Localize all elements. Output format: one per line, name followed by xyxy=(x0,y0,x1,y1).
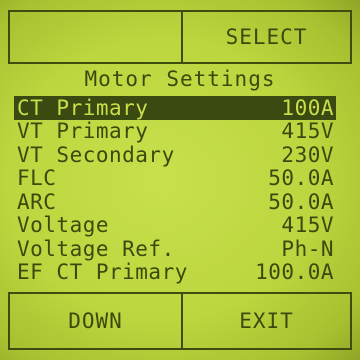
setting-row-ct-primary[interactable]: CT Primary 100A xyxy=(14,96,336,120)
softkey-top-left[interactable] xyxy=(10,12,181,62)
setting-value: 230V xyxy=(281,142,334,167)
top-softkey-bar: SELECT xyxy=(8,10,352,64)
exit-button[interactable]: EXIT xyxy=(183,294,350,348)
setting-row-flc[interactable]: FLC 50.0A xyxy=(14,166,336,191)
setting-row-vt-secondary[interactable]: VT Secondary 230V xyxy=(14,143,336,167)
setting-row-arc[interactable]: ARC 50.0A xyxy=(14,190,336,214)
setting-label: FLC xyxy=(17,166,57,191)
setting-value: 415V xyxy=(281,119,334,144)
setting-value: 100.0A xyxy=(255,260,334,285)
setting-row-ef-ct-primary[interactable]: EF CT Primary 100.0A xyxy=(14,260,336,285)
setting-label: CT Primary xyxy=(17,95,149,120)
select-button[interactable]: SELECT xyxy=(183,12,350,62)
setting-label: Voltage Ref. xyxy=(17,236,175,261)
setting-row-voltage[interactable]: Voltage 415V xyxy=(14,213,336,238)
lcd-screen: SELECT Motor Settings CT Primary 100A VT… xyxy=(0,0,360,360)
setting-value: 100A xyxy=(281,95,334,120)
setting-label: Voltage xyxy=(17,213,110,238)
bottom-softkey-bar: DOWN EXIT xyxy=(8,292,352,350)
setting-value: 50.0A xyxy=(268,189,334,214)
setting-label: EF CT Primary xyxy=(17,260,188,285)
setting-label: VT Secondary xyxy=(17,142,175,167)
page-title: Motor Settings xyxy=(84,67,276,91)
setting-value: Ph-N xyxy=(281,236,334,261)
settings-list: CT Primary 100A VT Primary 415V VT Secon… xyxy=(14,96,336,284)
setting-row-vt-primary[interactable]: VT Primary 415V xyxy=(14,119,336,144)
setting-row-voltage-ref[interactable]: Voltage Ref. Ph-N xyxy=(14,237,336,261)
down-button[interactable]: DOWN xyxy=(10,294,181,348)
setting-label: VT Primary xyxy=(17,119,149,144)
setting-value: 415V xyxy=(281,213,334,238)
setting-value: 50.0A xyxy=(268,166,334,191)
setting-label: ARC xyxy=(17,189,57,214)
